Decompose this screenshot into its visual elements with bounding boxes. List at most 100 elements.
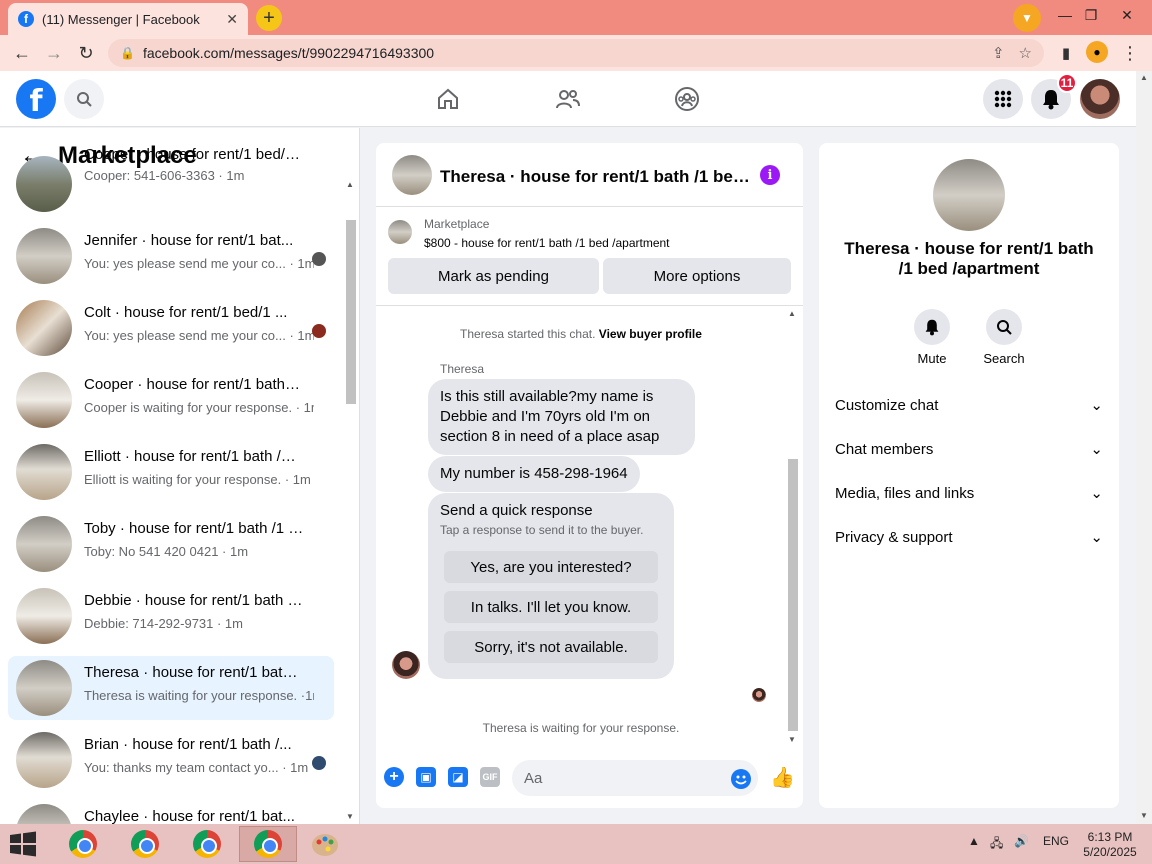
browser-menu-icon[interactable]: ⋮: [1118, 41, 1142, 65]
conversation-item-active[interactable]: Theresa · house for rent/1 bath /... The…: [8, 656, 334, 720]
chrome-taskbar-icon[interactable]: [178, 826, 236, 862]
scrollbar-thumb[interactable]: [346, 220, 356, 404]
system-clock[interactable]: 6:13 PM 5/20/2025: [1080, 830, 1140, 860]
conversation-snippet: Cooper is waiting for your response. · 1…: [84, 400, 314, 415]
bookmark-star-icon[interactable]: ☆: [1019, 44, 1032, 62]
conversation-item[interactable]: Colt · house for rent/1 bed/1 ... You: y…: [8, 296, 334, 360]
reload-button[interactable]: ↻: [74, 41, 98, 65]
show-hidden-icons[interactable]: ▲: [968, 834, 980, 848]
chevron-down-icon: ⌄: [1090, 485, 1103, 502]
info-icon[interactable]: i: [760, 165, 780, 185]
media-files-links-row[interactable]: Media, files and links ⌄: [835, 471, 1103, 515]
message-input[interactable]: Aa: [512, 760, 758, 796]
message-bubble[interactable]: Is this still available?my name is Debbi…: [428, 379, 695, 455]
page-scrollbar[interactable]: ▲ ▼: [1136, 71, 1152, 824]
back-button[interactable]: ←: [10, 41, 34, 65]
chat-header: Theresa · house for rent/1 bath /1 bed /…: [376, 143, 803, 207]
chat-members-row[interactable]: Chat members ⌄: [835, 427, 1103, 471]
restore-button[interactable]: ❐: [1074, 0, 1108, 30]
search-icon[interactable]: [64, 79, 104, 119]
windows-start-icon[interactable]: [8, 831, 38, 857]
gif-icon[interactable]: GIF: [480, 767, 500, 787]
listing-title[interactable]: $800 - house for rent/1 bath /1 bed /apa…: [424, 236, 670, 250]
chrome-taskbar-icon-active[interactable]: [239, 826, 297, 862]
address-bar: ← → ↻ 🔒 facebook.com/messages/t/99022947…: [0, 35, 1152, 71]
conversation-name: Elliott · house for rent/1 bath /1 ...: [84, 448, 304, 465]
waiting-notice: Theresa is waiting for your response.: [482, 721, 680, 735]
quick-response-option[interactable]: Sorry, it's not available.: [444, 631, 658, 663]
thumbs-up-icon[interactable]: 👍: [770, 765, 795, 790]
clock-date: 5/20/2025: [1083, 845, 1137, 859]
search-in-chat-button[interactable]: Search: [983, 309, 1025, 366]
scroll-down-icon[interactable]: ▼: [1140, 811, 1148, 820]
add-more-icon[interactable]: +: [384, 767, 404, 787]
conversation-item[interactable]: Elliott · house for rent/1 bath /1 ... E…: [8, 440, 334, 504]
sender-avatar: [392, 651, 420, 679]
privacy-support-row[interactable]: Privacy & support ⌄: [835, 515, 1103, 559]
menu-grid-icon[interactable]: [983, 79, 1023, 119]
facebook-logo-icon[interactable]: f: [16, 79, 56, 119]
conversation-item[interactable]: Brian · house for rent/1 bath /... You: …: [8, 728, 334, 792]
url-field[interactable]: 🔒 facebook.com/messages/t/99022947164933…: [108, 39, 1044, 67]
more-options-button[interactable]: More options: [603, 258, 791, 294]
browser-profile-icon[interactable]: ●: [1086, 41, 1108, 63]
scroll-up-icon[interactable]: ▲: [1140, 73, 1148, 82]
mute-button[interactable]: Mute: [912, 309, 952, 366]
chat-details-panel: Theresa · house for rent/1 bath /1 bed /…: [819, 143, 1119, 808]
conversation-item[interactable]: Debbie · house for rent/1 bath /... Debb…: [8, 584, 334, 648]
close-window-button[interactable]: ✕: [1110, 0, 1144, 30]
paint-taskbar-icon[interactable]: [296, 826, 354, 862]
photo-icon[interactable]: ▣: [416, 767, 436, 787]
marketplace-conversation-panel: ← Marketplace Cooper · house for rent/1 …: [0, 128, 360, 824]
conversation-item[interactable]: Cooper · house for rent/1 bed/1 ... Coop…: [8, 146, 334, 216]
emoji-icon[interactable]: [731, 769, 751, 789]
customize-chat-row[interactable]: Customize chat ⌄: [835, 383, 1103, 427]
message-thread: Theresa started this chat. View buyer pr…: [376, 307, 803, 747]
tab-search-button[interactable]: ▼: [1013, 4, 1041, 32]
chrome-taskbar-icon[interactable]: [54, 826, 112, 862]
conversation-name: Colt · house for rent/1 bed/1 ...: [84, 304, 288, 321]
quick-response-option[interactable]: In talks. I'll let you know.: [444, 591, 658, 623]
row-label: Customize chat: [835, 396, 939, 414]
conversation-list-scrollbar[interactable]: ▲ ▼: [344, 176, 358, 824]
scroll-down-icon[interactable]: ▼: [346, 812, 354, 821]
mark-as-pending-button[interactable]: Mark as pending: [388, 258, 599, 294]
conversation-snippet: You: thanks my team contact yo... · 1m: [84, 760, 309, 775]
conversation-name: Chaylee · house for rent/1 bat...: [84, 808, 295, 824]
chevron-down-icon: ⌄: [1090, 397, 1103, 414]
conversation-item[interactable]: Jennifer · house for rent/1 bat... You: …: [8, 224, 334, 288]
scroll-down-icon[interactable]: ▼: [788, 735, 796, 744]
side-panel-icon[interactable]: ▮: [1054, 41, 1078, 65]
conversation-item[interactable]: Cooper · house for rent/1 bath /... Coop…: [8, 368, 334, 432]
network-icon[interactable]: 🖧: [990, 834, 1003, 855]
forward-button[interactable]: →: [42, 41, 66, 65]
friends-icon[interactable]: [552, 83, 584, 115]
volume-icon[interactable]: 🔊: [1014, 834, 1029, 848]
view-buyer-profile-link[interactable]: View buyer profile: [599, 327, 702, 341]
language-indicator[interactable]: ENG: [1043, 834, 1069, 848]
chrome-taskbar-icon[interactable]: [116, 826, 174, 862]
chat-avatar[interactable]: [392, 155, 432, 195]
chat-scrollbar[interactable]: ▲ ▼: [786, 307, 800, 747]
conversation-item[interactable]: Toby · house for rent/1 bath /1 b... Tob…: [8, 512, 334, 576]
contact-avatar[interactable]: [933, 159, 1005, 231]
share-icon[interactable]: ⇪: [992, 44, 1005, 62]
conversation-item[interactable]: Chaylee · house for rent/1 bat...: [8, 800, 334, 824]
account-avatar[interactable]: [1080, 79, 1120, 119]
chat-panel: Theresa · house for rent/1 bath /1 bed /…: [376, 143, 803, 808]
close-tab-icon[interactable]: ✕: [226, 11, 238, 28]
scroll-up-icon[interactable]: ▲: [346, 180, 354, 189]
message-bubble[interactable]: My number is 458-298-1964: [428, 456, 640, 492]
chat-title[interactable]: Theresa · house for rent/1 bath /1 bed /…: [440, 167, 750, 187]
scrollbar-thumb[interactable]: [788, 459, 798, 731]
sticker-icon[interactable]: ◪: [448, 767, 468, 787]
browser-tab[interactable]: f (11) Messenger | Facebook ✕: [8, 3, 248, 35]
conversation-name: Debbie · house for rent/1 bath /...: [84, 592, 304, 609]
quick-response-option[interactable]: Yes, are you interested?: [444, 551, 658, 583]
groups-icon[interactable]: [671, 83, 703, 115]
new-tab-button[interactable]: +: [256, 5, 282, 31]
home-icon[interactable]: [432, 83, 464, 115]
listing-thumbnail: [16, 804, 72, 824]
scroll-up-icon[interactable]: ▲: [788, 309, 796, 318]
listing-thumbnail: [16, 732, 72, 788]
